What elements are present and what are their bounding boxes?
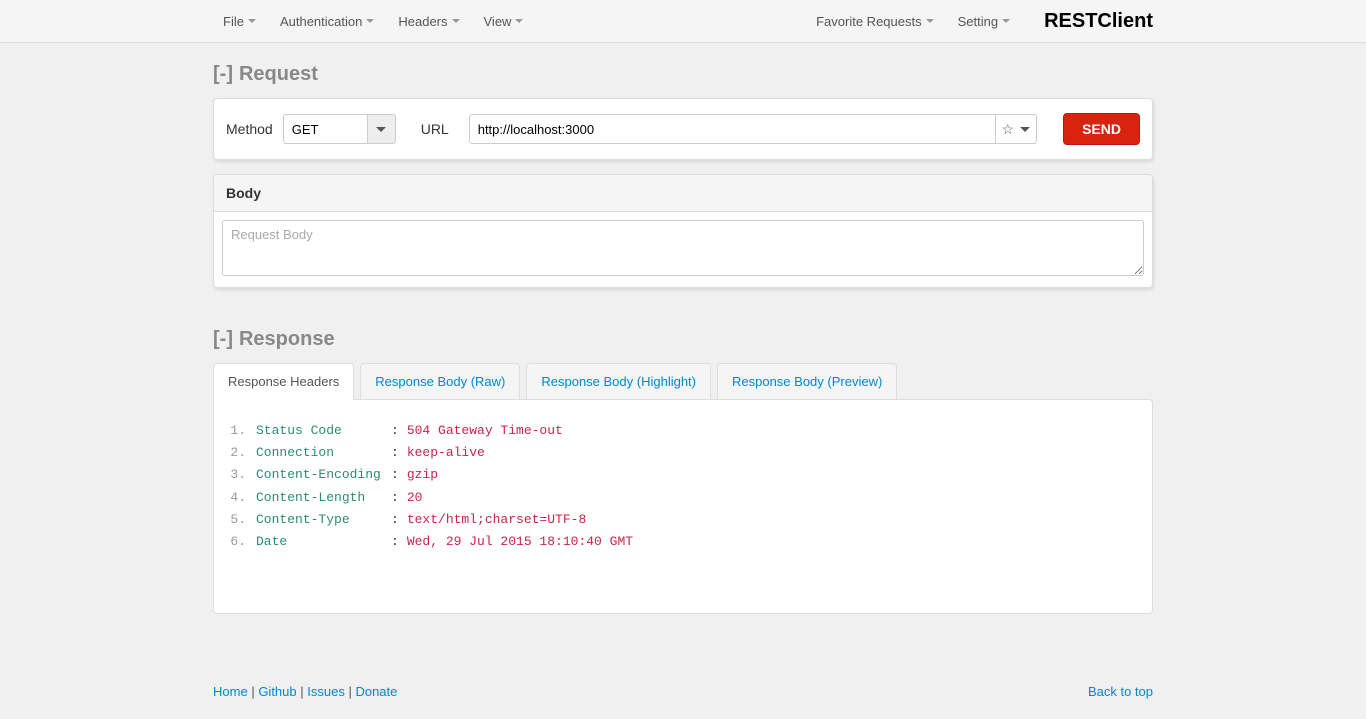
- separator: |: [300, 684, 307, 699]
- collapse-toggle[interactable]: [-]: [213, 63, 233, 86]
- main-container: [-] Request Method URL ☆ SEND Body: [213, 63, 1153, 644]
- menu-label: Headers: [398, 14, 447, 29]
- back-to-top-link[interactable]: Back to top: [1088, 684, 1153, 699]
- colon: :: [391, 466, 407, 484]
- menu-headers[interactable]: Headers: [388, 6, 469, 37]
- request-section-title: [-] Request: [213, 63, 1153, 86]
- tab-response-body-raw[interactable]: Response Body (Raw): [360, 363, 520, 400]
- menu-file[interactable]: File: [213, 6, 266, 37]
- menu-label: File: [223, 14, 244, 29]
- response-tabs: Response Headers Response Body (Raw) Res…: [213, 363, 1153, 400]
- footer: Home | Github | Issues | Donate Back to …: [213, 684, 1153, 699]
- method-label: Method: [226, 121, 273, 137]
- menu-label: View: [484, 14, 512, 29]
- menu-label: Setting: [958, 14, 998, 29]
- chevron-down-icon: [452, 19, 460, 23]
- footer-links: Home | Github | Issues | Donate: [213, 684, 397, 699]
- chevron-down-icon: [376, 127, 386, 132]
- header-value: text/html;charset=UTF-8: [407, 511, 586, 529]
- colon: :: [391, 511, 407, 529]
- line-number: 2: [226, 444, 256, 462]
- header-key: Connection: [256, 444, 391, 462]
- footer-link-donate[interactable]: Donate: [355, 684, 397, 699]
- footer-link-home[interactable]: Home: [213, 684, 248, 699]
- menu-setting[interactable]: Setting: [948, 6, 1020, 37]
- request-row: Method URL ☆ SEND: [214, 99, 1152, 159]
- header-value: 504 Gateway Time-out: [407, 422, 563, 440]
- colon: :: [391, 444, 407, 462]
- header-value: 20: [407, 489, 423, 507]
- header-key: Content-Length: [256, 489, 391, 507]
- chevron-down-icon: [515, 19, 523, 23]
- line-number: 6: [226, 533, 256, 551]
- title-text: Response: [239, 328, 335, 351]
- method-select: [283, 114, 396, 144]
- line-number: 4: [226, 489, 256, 507]
- method-input[interactable]: [283, 114, 368, 144]
- tab-response-body-preview[interactable]: Response Body (Preview): [717, 363, 897, 400]
- top-menu-bar: File Authentication Headers View Favorit…: [0, 0, 1366, 43]
- header-line: 4 Content-Length : 20: [226, 487, 1140, 509]
- header-line: 2 Connection : keep-alive: [226, 442, 1140, 464]
- header-line: 3 Content-Encoding : gzip: [226, 464, 1140, 486]
- header-line: 6 Date : Wed, 29 Jul 2015 18:10:40 GMT: [226, 531, 1140, 553]
- header-key: Date: [256, 533, 391, 551]
- colon: :: [391, 422, 407, 440]
- footer-link-github[interactable]: Github: [258, 684, 296, 699]
- title-text: Request: [239, 63, 318, 86]
- url-group: ☆: [469, 114, 1037, 144]
- menu-left: File Authentication Headers View: [213, 6, 533, 37]
- line-number: 5: [226, 511, 256, 529]
- brand-title: RESTClient: [1044, 10, 1153, 33]
- menu-right: Favorite Requests Setting RESTClient: [806, 6, 1153, 37]
- header-key: Content-Type: [256, 511, 391, 529]
- header-value: Wed, 29 Jul 2015 18:10:40 GMT: [407, 533, 633, 551]
- tab-response-body-highlight[interactable]: Response Body (Highlight): [526, 363, 711, 400]
- footer-link-issues[interactable]: Issues: [307, 684, 345, 699]
- tab-response-headers[interactable]: Response Headers: [213, 363, 354, 400]
- request-body-textarea[interactable]: [222, 220, 1144, 276]
- url-label: URL: [421, 121, 449, 137]
- colon: :: [391, 489, 407, 507]
- header-value: gzip: [407, 466, 438, 484]
- header-line: 5 Content-Type : text/html;charset=UTF-8: [226, 509, 1140, 531]
- header-line: 1 Status Code : 504 Gateway Time-out: [226, 420, 1140, 442]
- method-dropdown-button[interactable]: [368, 114, 396, 144]
- header-key: Content-Encoding: [256, 466, 391, 484]
- colon: :: [391, 533, 407, 551]
- menu-view[interactable]: View: [474, 6, 534, 37]
- request-panel: Method URL ☆ SEND: [213, 98, 1153, 160]
- url-actions: ☆: [996, 114, 1038, 144]
- send-button[interactable]: SEND: [1063, 113, 1140, 145]
- line-number: 3: [226, 466, 256, 484]
- body-panel: Body: [213, 174, 1153, 288]
- header-key: Status Code: [256, 422, 391, 440]
- menu-authentication[interactable]: Authentication: [270, 6, 384, 37]
- response-section-title: [-] Response: [213, 328, 1153, 351]
- star-icon[interactable]: ☆: [1002, 121, 1015, 138]
- menu-label: Authentication: [280, 14, 362, 29]
- collapse-toggle[interactable]: [-]: [213, 328, 233, 351]
- chevron-down-icon: [1002, 19, 1010, 23]
- line-number: 1: [226, 422, 256, 440]
- response-content: 1 Status Code : 504 Gateway Time-out 2 C…: [213, 399, 1153, 614]
- menu-label: Favorite Requests: [816, 14, 922, 29]
- body-header: Body: [214, 175, 1152, 212]
- chevron-down-icon: [366, 19, 374, 23]
- chevron-down-icon: [248, 19, 256, 23]
- menu-favorite-requests[interactable]: Favorite Requests: [806, 6, 944, 37]
- separator: |: [348, 684, 355, 699]
- headers-list: 1 Status Code : 504 Gateway Time-out 2 C…: [226, 420, 1140, 553]
- header-value: keep-alive: [407, 444, 485, 462]
- chevron-down-icon[interactable]: [1020, 127, 1030, 132]
- url-input[interactable]: [469, 114, 996, 144]
- chevron-down-icon: [926, 19, 934, 23]
- separator: |: [251, 684, 258, 699]
